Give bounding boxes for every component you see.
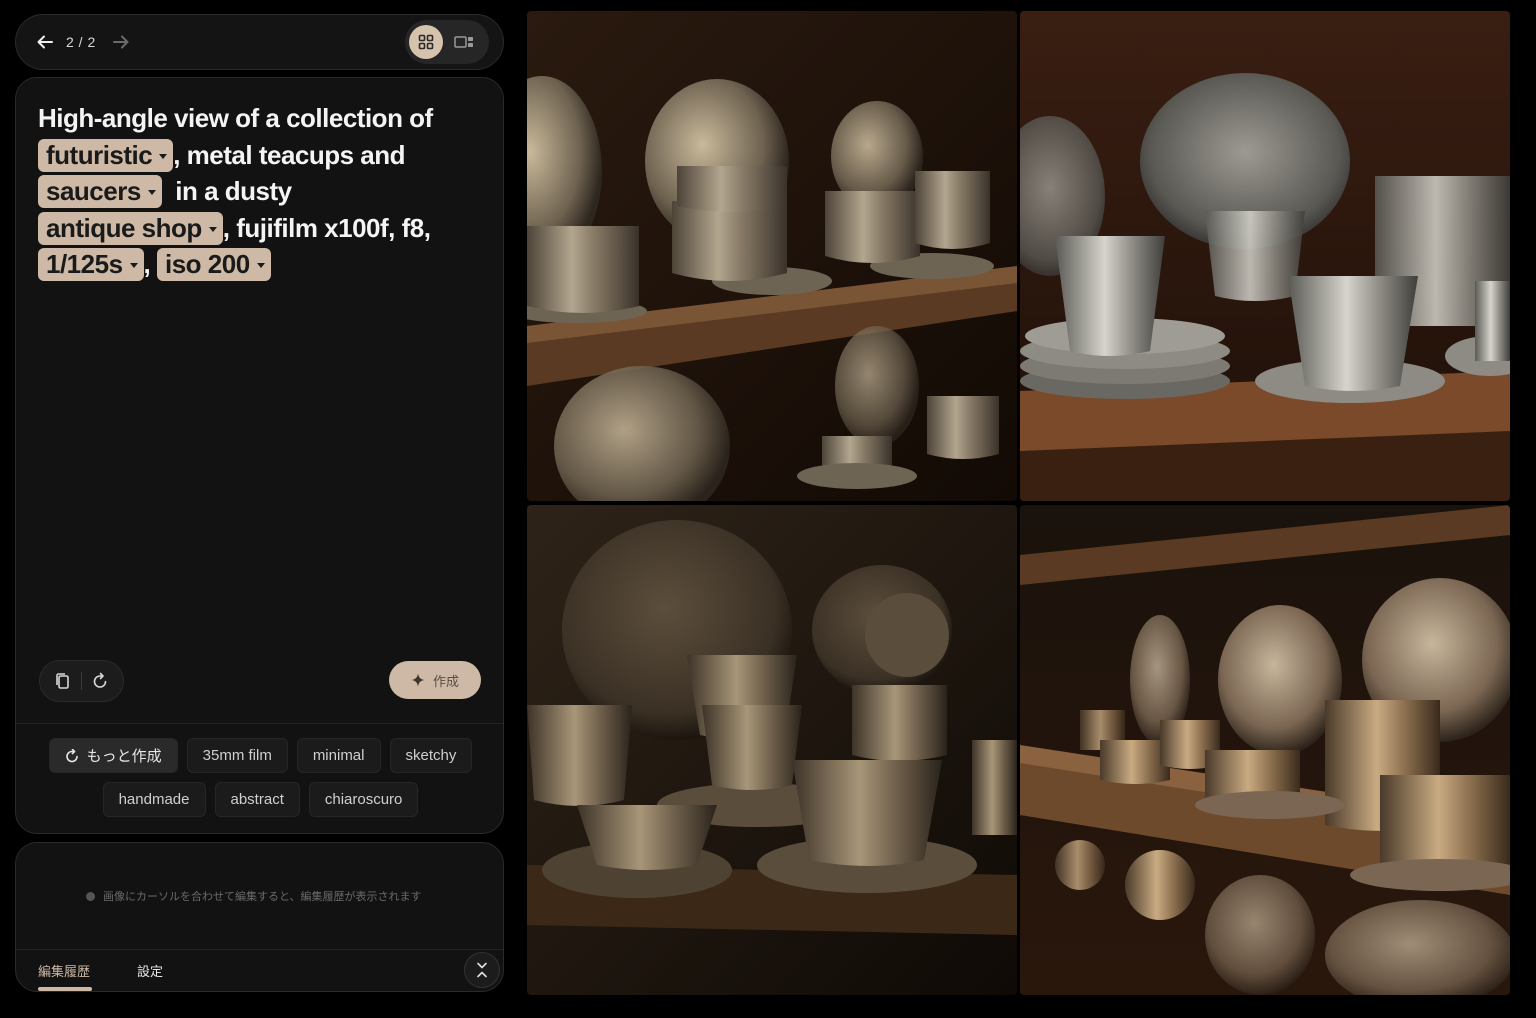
- tab-history[interactable]: 編集履歴: [38, 961, 90, 980]
- create-button[interactable]: 作成: [389, 661, 481, 699]
- arrow-right-icon: [112, 35, 129, 49]
- prompt-chip-label: futuristic: [46, 139, 153, 170]
- prompt-text-segment: , fujifilm x100f, f8,: [222, 212, 438, 243]
- navigation-bar: 2 / 2: [15, 14, 504, 70]
- divider: [16, 723, 503, 724]
- tab-settings[interactable]: 設定: [137, 961, 163, 980]
- prompt-text-segment: , metal teacups and: [173, 139, 412, 170]
- single-view-icon: [454, 36, 473, 48]
- suggestion-chip[interactable]: chiaroscuro: [308, 782, 419, 817]
- arrow-left-icon: [37, 35, 53, 49]
- tool-group: [39, 660, 124, 702]
- prompt-chip[interactable]: futuristic: [38, 138, 174, 172]
- caret-down-icon: [129, 263, 138, 268]
- divider: [80, 672, 82, 690]
- page-counter: 2 / 2: [66, 34, 96, 50]
- info-dot-icon: [86, 891, 95, 901]
- generated-image-3[interactable]: [527, 505, 1017, 995]
- prompt-text-segment: High-angle view of a collection of: [38, 103, 440, 133]
- history-hint: 画像にカーソルを合わせて編集すると、編集履歴が表示されます: [86, 888, 422, 904]
- refresh-icon: [94, 672, 107, 688]
- active-tab-indicator: [38, 987, 92, 991]
- history-hint-text: 画像にカーソルを合わせて編集すると、編集履歴が表示されます: [103, 891, 422, 903]
- image-generator-app: 2 / 2 High-angle view of a collection of…: [0, 0, 1536, 1018]
- suggestion-chip[interactable]: handmade: [102, 782, 206, 817]
- prompt-chip-label: 1/125s: [46, 249, 123, 279]
- grid-view-button[interactable]: [409, 25, 443, 59]
- caret-down-icon: [147, 190, 156, 195]
- prompt-chip[interactable]: 1/125s: [38, 248, 144, 281]
- view-toggle: [405, 20, 489, 64]
- caret-down-icon: [159, 153, 168, 159]
- prompt-text-segment: in a dusty: [161, 176, 299, 206]
- suggestion-row: もっと作成 35mm film minimal sketchy: [16, 738, 503, 773]
- more-label: もっと作成: [86, 748, 162, 765]
- single-view-button[interactable]: [447, 25, 481, 59]
- prompt-chip[interactable]: saucers: [38, 175, 162, 208]
- suggestion-chip[interactable]: 35mm film: [186, 738, 288, 773]
- caret-down-icon: [208, 226, 217, 232]
- collapse-button[interactable]: [464, 952, 500, 988]
- generated-image-4[interactable]: [1020, 505, 1510, 995]
- history-panel: 画像にカーソルを合わせて編集すると、編集履歴が表示されます 編集履歴 設定: [15, 842, 504, 992]
- prompt-chip-label: antique shop: [46, 212, 202, 243]
- generated-image-1[interactable]: [527, 11, 1017, 501]
- prompt-chip[interactable]: antique shop: [38, 211, 223, 245]
- prompt-editor[interactable]: High-angle view of a collection of futur…: [38, 100, 478, 283]
- divider: [16, 949, 503, 950]
- suggestion-chip[interactable]: sketchy: [389, 738, 473, 773]
- previous-button[interactable]: [30, 27, 60, 57]
- suggestion-chip[interactable]: abstract: [214, 782, 300, 817]
- prompt-chip-label: saucers: [46, 176, 141, 206]
- style-suggestions: もっと作成 35mm film minimal sketchy handmade…: [16, 738, 503, 826]
- prompt-chip-label: iso 200: [164, 249, 250, 279]
- more-button[interactable]: もっと作成: [48, 738, 178, 773]
- create-label: 作成: [432, 673, 459, 689]
- teacups-photo-4: [1020, 505, 1510, 995]
- teacups-photo-3: [527, 505, 1017, 995]
- collapse-icon: [477, 962, 487, 978]
- suggestion-row: handmade abstract chiaroscuro: [16, 782, 503, 817]
- suggestion-chip[interactable]: minimal: [296, 738, 381, 773]
- grid-icon: [418, 34, 434, 50]
- prompt-text-segment: ,: [143, 249, 157, 279]
- sparkle-icon: [411, 673, 425, 687]
- reset-button[interactable]: [85, 666, 115, 696]
- copy-button[interactable]: [48, 666, 78, 696]
- generated-image-2[interactable]: [1020, 11, 1510, 501]
- teacups-photo-2: [1020, 11, 1510, 501]
- prompt-tools: [39, 660, 124, 702]
- prompt-chip[interactable]: iso 200: [156, 248, 271, 281]
- refresh-icon: [65, 748, 78, 762]
- copy-icon: [55, 673, 69, 689]
- caret-down-icon: [256, 263, 265, 268]
- next-button[interactable]: [106, 27, 136, 57]
- prompt-panel: High-angle view of a collection of futur…: [15, 77, 504, 834]
- teacups-photo-1: [527, 11, 1017, 501]
